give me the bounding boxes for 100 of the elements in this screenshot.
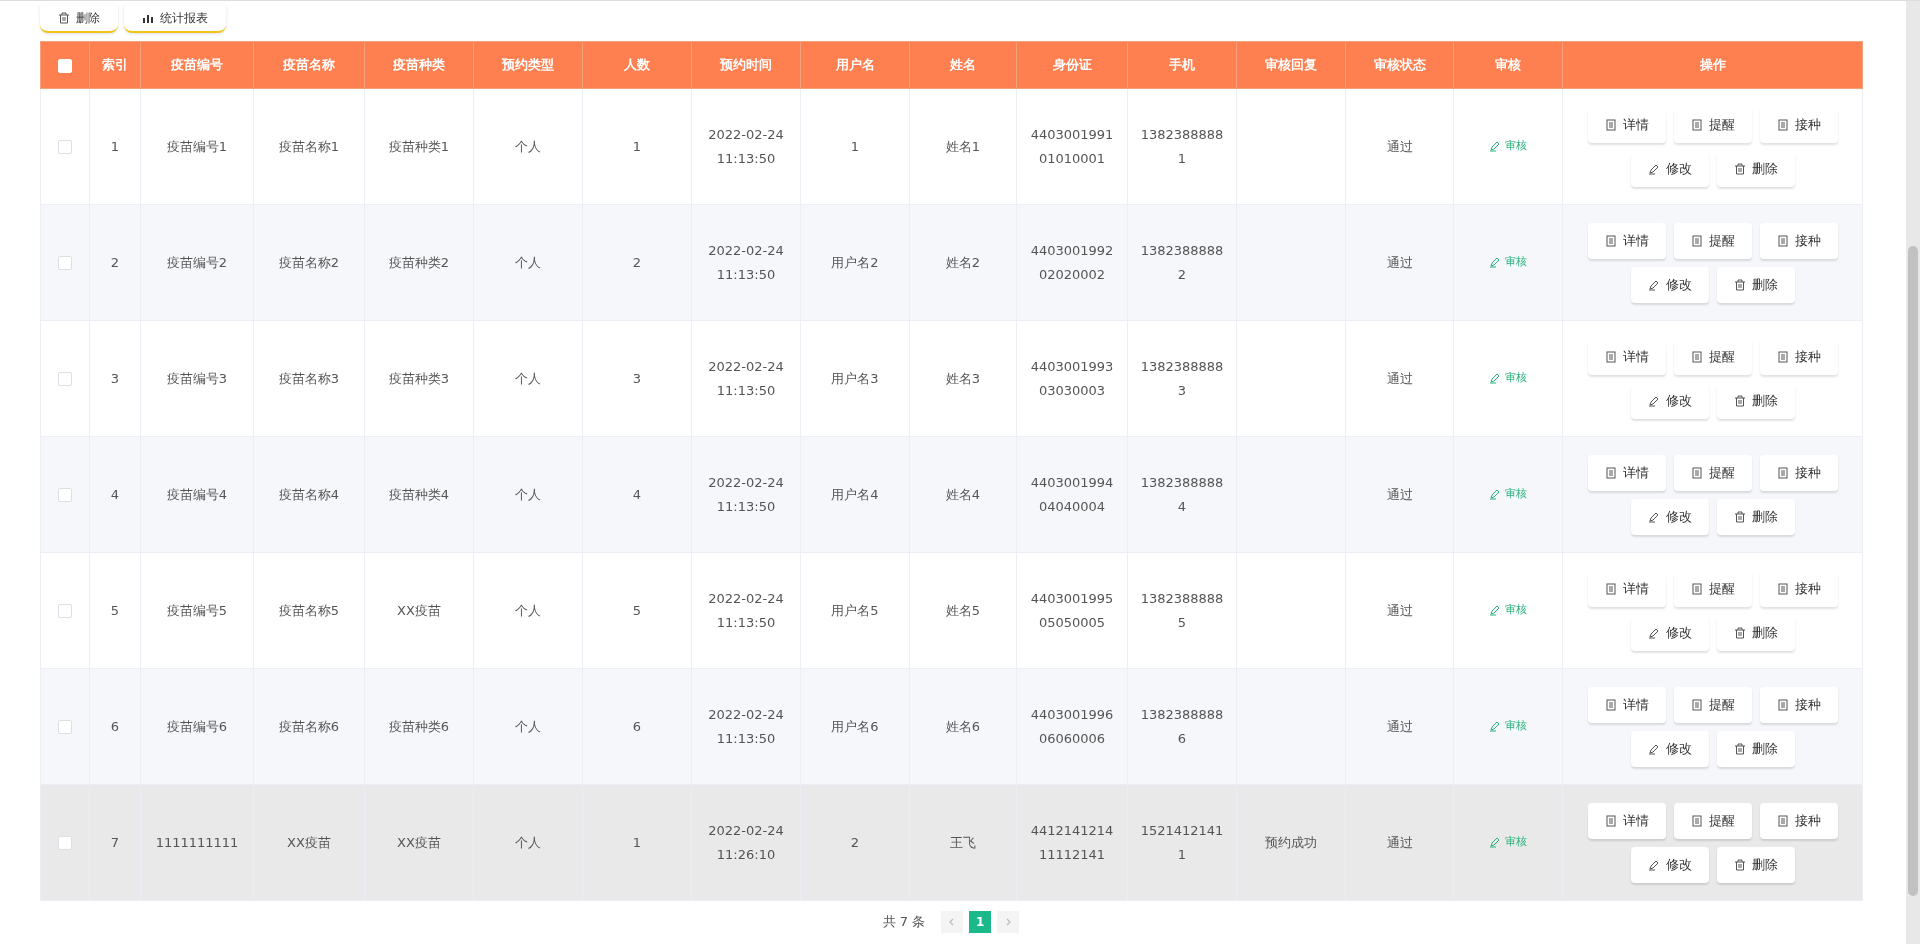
table-cell: 1 — [89, 88, 141, 205]
table-cell: XX疫苗 — [253, 784, 365, 901]
action-button[interactable]: 删除 — [1716, 150, 1795, 187]
action-button[interactable]: 修改 — [1630, 150, 1709, 187]
pencil-icon — [1647, 278, 1660, 291]
document-icon — [1690, 466, 1703, 479]
toolbar-button[interactable]: 统计报表 — [124, 5, 226, 33]
table-cell: 预约成功 — [1236, 784, 1346, 901]
action-button[interactable]: 接种 — [1759, 686, 1838, 723]
action-button[interactable]: 接种 — [1759, 222, 1838, 259]
table-cell: 王飞 — [909, 784, 1017, 901]
action-button[interactable]: 提醒 — [1673, 570, 1752, 607]
pencil-icon — [1647, 626, 1660, 639]
action-button[interactable]: 修改 — [1630, 498, 1709, 535]
action-button[interactable]: 修改 — [1630, 266, 1709, 303]
table-cell: 6 — [582, 668, 692, 785]
table-cell: 5 — [582, 552, 692, 669]
column-header: 姓名 — [909, 41, 1017, 89]
action-button[interactable]: 详情 — [1587, 454, 1666, 491]
action-button[interactable]: 提醒 — [1673, 222, 1752, 259]
table-cell: 1111111111 — [140, 784, 254, 901]
document-icon — [1776, 350, 1789, 363]
table-cell: 2022-02-24 11:13:50 — [691, 204, 801, 321]
action-button[interactable]: 接种 — [1759, 570, 1838, 607]
pencil-icon — [1647, 858, 1660, 871]
table-cell: 440300199404040004 — [1016, 436, 1128, 553]
action-button[interactable]: 详情 — [1587, 338, 1666, 375]
action-button[interactable]: 修改 — [1630, 382, 1709, 419]
action-button[interactable]: 详情 — [1587, 802, 1666, 839]
table-cell: 疫苗种类3 — [364, 320, 474, 437]
action-button[interactable]: 删除 — [1716, 846, 1795, 883]
table-cell: 疫苗编号5 — [140, 552, 254, 669]
table-cell: 个人 — [473, 436, 583, 553]
action-button[interactable]: 提醒 — [1673, 338, 1752, 375]
pencil-icon — [1647, 742, 1660, 755]
select-all-checkbox[interactable] — [58, 58, 72, 73]
previous-page-button[interactable] — [941, 911, 964, 933]
table-cell: 3 — [89, 320, 141, 437]
bar-chart-icon — [142, 12, 154, 24]
action-button[interactable]: 接种 — [1759, 454, 1838, 491]
action-button[interactable]: 修改 — [1630, 846, 1709, 883]
table-cell: 用户名2 — [800, 204, 910, 321]
action-button[interactable]: 删除 — [1716, 382, 1795, 419]
table-cell: 440300199202020002 — [1016, 204, 1128, 321]
table-cell: 个人 — [473, 552, 583, 669]
table-cell: 个人 — [473, 88, 583, 205]
table-cell: 通过 — [1345, 784, 1454, 901]
table-cell: 3 — [582, 320, 692, 437]
row-checkbox[interactable] — [58, 488, 72, 503]
row-checkbox[interactable] — [58, 604, 72, 619]
trash-icon — [58, 12, 70, 24]
action-button[interactable]: 提醒 — [1673, 106, 1752, 143]
action-button[interactable]: 删除 — [1716, 498, 1795, 535]
action-button[interactable]: 修改 — [1630, 730, 1709, 767]
pencil-icon — [1647, 510, 1660, 523]
trash-icon — [1733, 394, 1746, 407]
column-header: 疫苗名称 — [253, 41, 365, 89]
column-header: 人数 — [582, 41, 692, 89]
document-icon — [1604, 698, 1617, 711]
action-button[interactable]: 删除 — [1716, 730, 1795, 767]
action-button[interactable]: 删除 — [1716, 266, 1795, 303]
action-button[interactable]: 提醒 — [1673, 686, 1752, 723]
pencil-icon — [1489, 487, 1501, 500]
row-checkbox[interactable] — [58, 256, 72, 271]
table-cell: 通过 — [1345, 88, 1454, 205]
table-cell: 疫苗名称5 — [253, 552, 365, 669]
table-cell: 13823888885 — [1127, 552, 1237, 669]
action-button[interactable]: 接种 — [1759, 802, 1838, 839]
table-cell: 用户名5 — [800, 552, 910, 669]
action-button[interactable]: 详情 — [1587, 686, 1666, 723]
scrollbar[interactable] — [1906, 1, 1920, 944]
table-cell: 姓名5 — [909, 552, 1017, 669]
action-button[interactable]: 删除 — [1716, 614, 1795, 651]
column-header: 预约时间 — [691, 41, 801, 89]
row-checkbox[interactable] — [58, 836, 72, 851]
action-button[interactable]: 提醒 — [1673, 454, 1752, 491]
action-button[interactable]: 提醒 — [1673, 802, 1752, 839]
action-button[interactable]: 详情 — [1587, 570, 1666, 607]
row-checkbox[interactable] — [58, 372, 72, 387]
next-page-button[interactable] — [997, 911, 1020, 933]
pencil-icon — [1489, 603, 1501, 616]
row-checkbox[interactable] — [58, 720, 72, 735]
table-cell: 通过 — [1345, 436, 1454, 553]
action-button[interactable]: 详情 — [1587, 106, 1666, 143]
action-button[interactable]: 修改 — [1630, 614, 1709, 651]
document-icon — [1604, 234, 1617, 247]
action-button[interactable]: 详情 — [1587, 222, 1666, 259]
table-cell: 个人 — [473, 784, 583, 901]
table-cell: 440300199505050005 — [1016, 552, 1128, 669]
table-cell: 疫苗编号6 — [140, 668, 254, 785]
pencil-icon — [1489, 255, 1501, 268]
row-checkbox[interactable] — [58, 140, 72, 155]
table-cell: 1 — [582, 88, 692, 205]
document-icon — [1604, 466, 1617, 479]
action-button[interactable]: 接种 — [1759, 338, 1838, 375]
table-cell: 疫苗名称6 — [253, 668, 365, 785]
table-cell: 2022-02-24 11:13:50 — [691, 552, 801, 669]
action-button[interactable]: 接种 — [1759, 106, 1838, 143]
toolbar-button[interactable]: 删除 — [40, 5, 118, 33]
table-cell: 个人 — [473, 204, 583, 321]
